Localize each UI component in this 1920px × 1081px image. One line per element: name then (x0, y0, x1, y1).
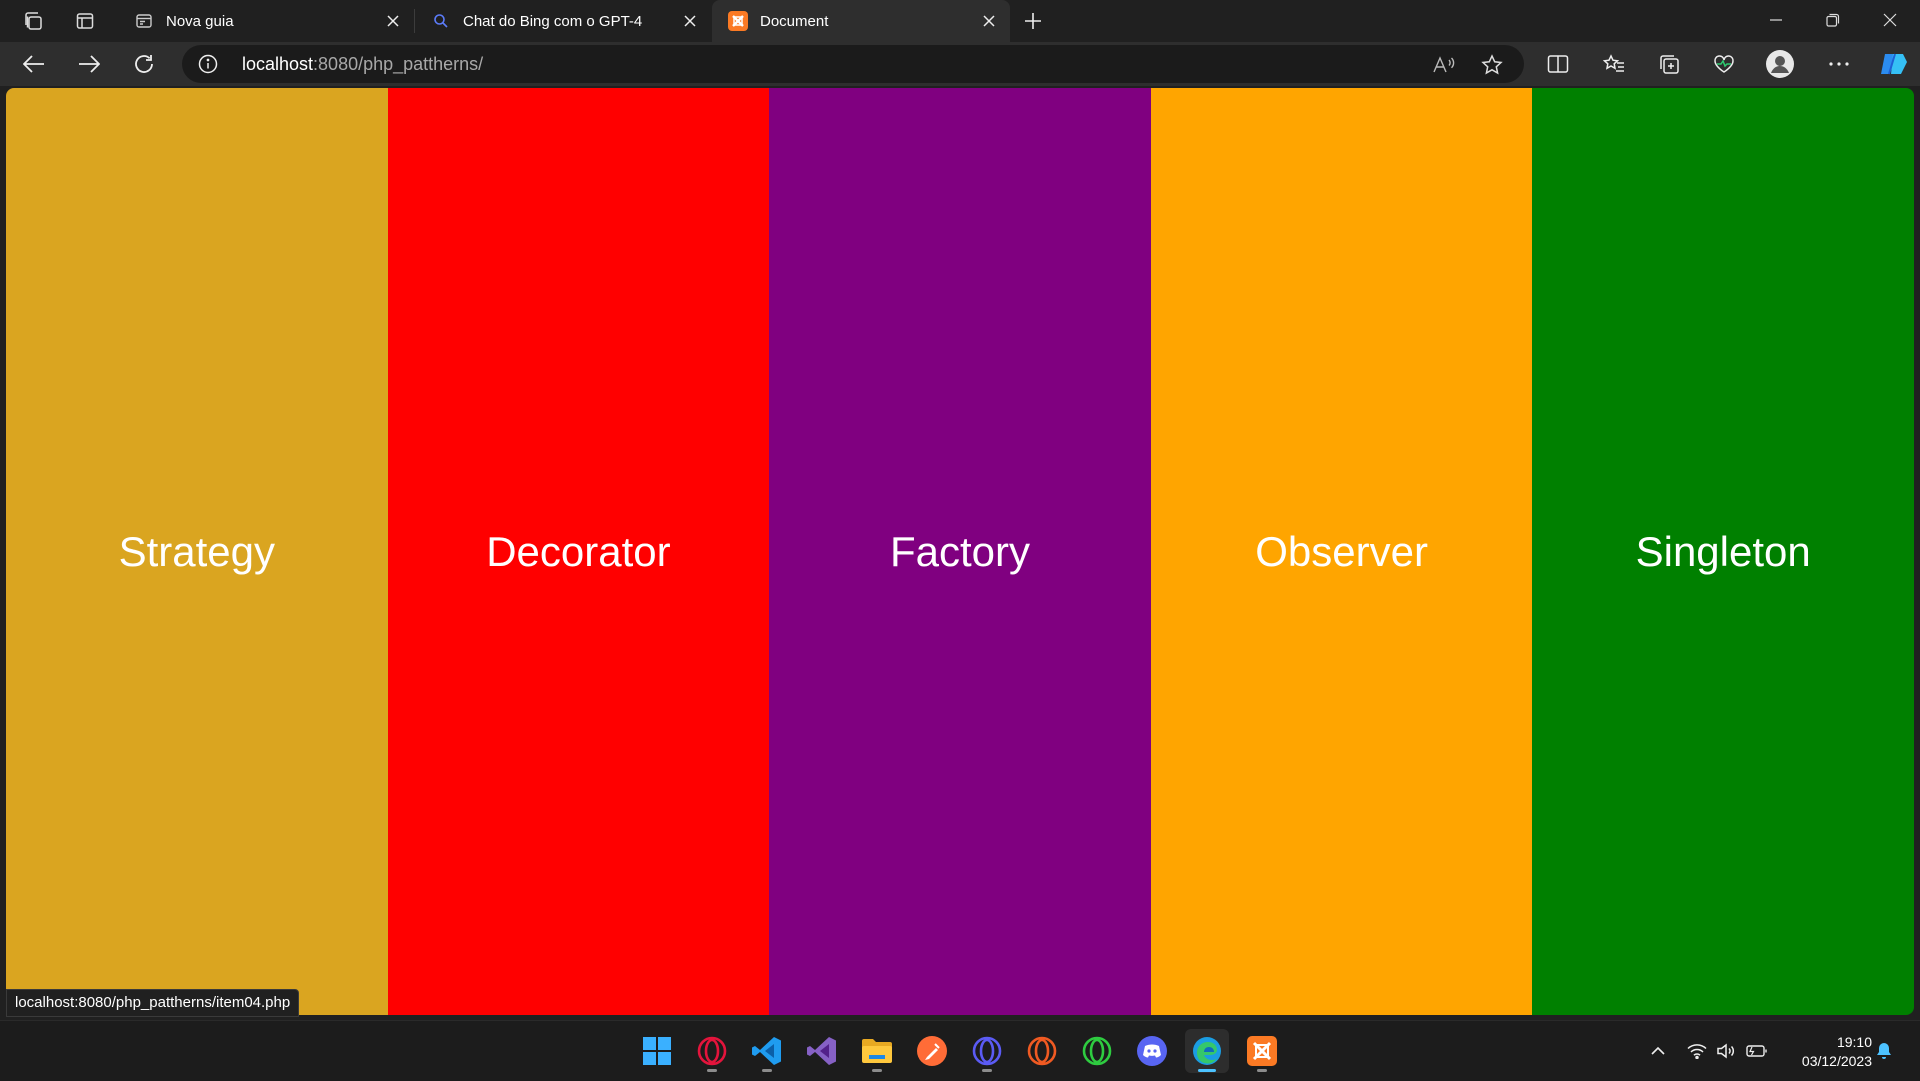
restore-icon[interactable] (1805, 0, 1861, 40)
tab-nova-guia[interactable]: Nova guia (118, 0, 414, 42)
url-host: localhost (242, 54, 314, 74)
running-indicator (1257, 1069, 1267, 1072)
panel-factory[interactable]: Factory (769, 88, 1151, 1015)
windows-start-icon[interactable] (635, 1029, 679, 1073)
copilot-icon[interactable] (1876, 47, 1912, 81)
more-options-icon[interactable] (1821, 47, 1857, 81)
minimize-icon[interactable] (1748, 0, 1804, 40)
browser-toolbar: localhost:8080/php_pattherns/ (0, 42, 1920, 86)
running-indicator (1198, 1069, 1216, 1072)
reload-button[interactable] (126, 47, 162, 81)
postman-icon[interactable] (910, 1029, 954, 1073)
xampp-icon (728, 11, 748, 31)
panel-observer[interactable]: Observer (1150, 88, 1533, 1015)
edge-icon[interactable] (1185, 1029, 1229, 1073)
favorites-icon[interactable] (1596, 47, 1632, 81)
close-window-icon[interactable] (1862, 0, 1918, 40)
tab-document[interactable]: Document (712, 0, 1010, 42)
panel-label: Observer (1255, 527, 1428, 575)
notification-bell-icon[interactable] (1872, 1039, 1896, 1063)
address-bar[interactable]: localhost:8080/php_pattherns/ (182, 45, 1524, 83)
panel-label: Decorator (486, 527, 671, 575)
opera-orange-icon[interactable] (1020, 1029, 1064, 1073)
site-info-icon[interactable] (198, 54, 218, 74)
tab-title: Chat do Bing com o GPT-4 (463, 12, 643, 30)
running-indicator (982, 1069, 992, 1072)
url-text[interactable]: localhost:8080/php_pattherns/ (242, 45, 483, 83)
visual-studio-icon[interactable] (800, 1029, 844, 1073)
new-tab-page-icon (134, 11, 154, 31)
running-indicator (872, 1069, 882, 1072)
favorite-star-icon[interactable] (1478, 51, 1506, 79)
vs-code-icon[interactable] (745, 1029, 789, 1073)
discord-icon[interactable] (1130, 1029, 1174, 1073)
running-indicator (762, 1069, 772, 1072)
vertical-tabs-icon[interactable] (70, 6, 100, 36)
running-indicator (707, 1069, 717, 1072)
workspaces-icon[interactable] (18, 6, 48, 36)
link-status-bar: localhost:8080/php_pattherns/item04.php (6, 989, 300, 1017)
battery-icon[interactable] (1745, 1039, 1769, 1063)
panel-label: Factory (889, 527, 1030, 575)
opera-gx-icon[interactable] (690, 1029, 734, 1073)
close-tab-icon[interactable] (378, 6, 408, 36)
volume-icon[interactable] (1714, 1039, 1738, 1063)
bing-search-icon (431, 11, 451, 31)
clock-date: 03/12/2023 (1801, 1053, 1872, 1069)
close-tab-icon[interactable] (974, 6, 1004, 36)
tab-strip: Nova guia Chat do Bing com o GPT-4 Docum… (0, 0, 1920, 42)
profile-avatar-icon[interactable] (1762, 47, 1798, 81)
read-aloud-icon[interactable] (1430, 51, 1458, 79)
collections-icon[interactable] (1651, 47, 1687, 81)
panel-strategy[interactable]: Strategy (6, 88, 388, 1015)
wifi-icon[interactable] (1685, 1039, 1709, 1063)
url-path: :8080/php_pattherns/ (313, 54, 484, 74)
show-hidden-icons-icon[interactable] (1646, 1039, 1670, 1063)
tab-title: Nova guia (166, 12, 234, 30)
panel-singleton[interactable]: Singleton (1532, 88, 1914, 1015)
split-screen-icon[interactable] (1540, 47, 1576, 81)
panel-label: Strategy (118, 527, 275, 575)
windows-taskbar: 19:10 03/12/2023 (0, 1020, 1920, 1081)
close-tab-icon[interactable] (675, 6, 705, 36)
browser-essentials-icon[interactable] (1706, 47, 1742, 81)
opera-green-icon[interactable] (1075, 1029, 1119, 1073)
tab-title: Document (760, 12, 829, 30)
panel-decorator[interactable]: Decorator (387, 88, 770, 1015)
xampp-icon[interactable] (1240, 1029, 1284, 1073)
clock-time: 19:10 (1836, 1034, 1872, 1050)
system-clock[interactable]: 19:10 03/12/2023 (1778, 1033, 1872, 1071)
forward-button[interactable] (71, 47, 107, 81)
page-viewport: Strategy Decorator Factory Observer Sing… (6, 88, 1914, 1015)
opera-icon[interactable] (965, 1029, 1009, 1073)
file-explorer-icon[interactable] (855, 1029, 899, 1073)
new-tab-icon[interactable] (1018, 6, 1048, 36)
panel-label: Singleton (1635, 527, 1811, 575)
tab-chat-bing[interactable]: Chat do Bing com o GPT-4 (415, 0, 711, 42)
back-button[interactable] (16, 47, 52, 81)
